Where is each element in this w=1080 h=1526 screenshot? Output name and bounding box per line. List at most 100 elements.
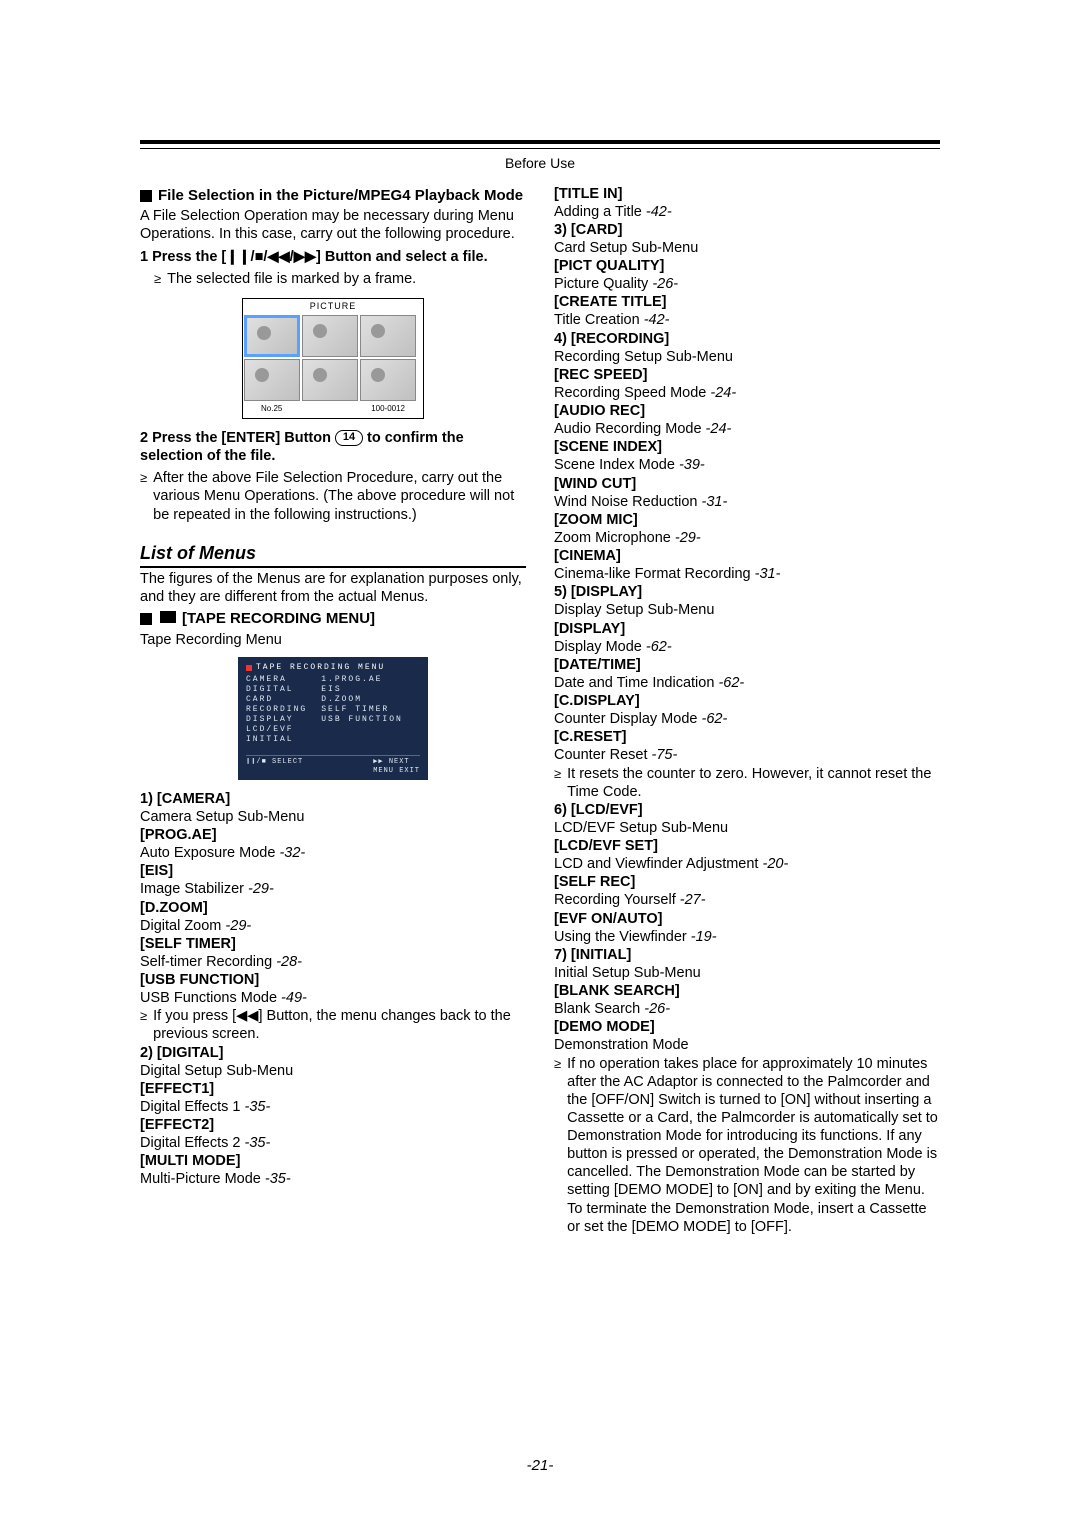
menu-item-text: Display Mode -62- <box>554 638 940 656</box>
page-ref: -31- <box>755 566 781 582</box>
menu-item-text: Demonstration Mode <box>554 1036 940 1054</box>
menu-item-head: [EVF ON/AUTO] <box>554 910 940 928</box>
rewind-icon: ◀◀ <box>236 1008 258 1024</box>
camcorder-icon <box>160 611 176 623</box>
menu-item-text: Blank Search -26- <box>554 1000 940 1018</box>
picture-meta: No.25 100-0012 <box>243 402 423 418</box>
usb-note: If you press [◀◀] Button, the menu chang… <box>140 1007 526 1043</box>
picture-no: No.25 <box>261 404 282 414</box>
thumbnail <box>302 359 358 401</box>
menu-item-head: [AUDIO REC] <box>554 402 940 420</box>
menu-item-head: [REC SPEED] <box>554 366 940 384</box>
columns: File Selection in the Picture/MPEG4 Play… <box>140 185 940 1236</box>
menu-item-text: Title Creation -42- <box>554 311 940 329</box>
menu-item-text: Counter Display Mode -62- <box>554 710 940 728</box>
page-ref: -42- <box>644 312 670 328</box>
left-list-1: 1) [CAMERA]Camera Setup Sub-Menu[PROG.AE… <box>140 790 526 1008</box>
usb-note-prefix: If you press [ <box>153 1008 236 1024</box>
menu-item-text: Scene Index Mode -39- <box>554 456 940 474</box>
osd-left-col: CAMERA DIGITAL CARD RECORDING DISPLAY LC… <box>246 675 307 745</box>
menu-item-text: Camera Setup Sub-Menu <box>140 808 526 826</box>
menu-item-text: Picture Quality -26- <box>554 275 940 293</box>
menu-item-text: Wind Noise Reduction -31- <box>554 493 940 511</box>
menu-item-head: 3) [CARD] <box>554 221 940 239</box>
osd-menu-box: TAPE RECORDING MENU CAMERA DIGITAL CARD … <box>238 657 428 780</box>
menu-item-text: Digital Effects 2 -35- <box>140 1134 526 1152</box>
menu-item-head: 1) [CAMERA] <box>140 790 526 808</box>
tape-recording-menu-title: [TAPE RECORDING MENU] <box>140 610 526 629</box>
page-ref: -26- <box>652 276 678 292</box>
page-ref: -31- <box>702 494 728 510</box>
step2-bullet: After the above File Selection Procedure… <box>140 469 526 523</box>
menu-item-head: [ZOOM MIC] <box>554 511 940 529</box>
file-selection-title-text: File Selection in the Picture/MPEG4 Play… <box>158 187 523 206</box>
menu-item-head: [SELF REC] <box>554 873 940 891</box>
right-list-2: 6) [LCD/EVF]LCD/EVF Setup Sub-Menu[LCD/E… <box>554 801 940 1055</box>
picture-code: 100-0012 <box>371 404 405 414</box>
thumbnail <box>244 359 300 401</box>
menu-item-text: Recording Yourself -27- <box>554 891 940 909</box>
page-ref: -19- <box>691 929 717 945</box>
menu-item-text: Date and Time Indication -62- <box>554 674 940 692</box>
menu-item-text: Self-timer Recording -28- <box>140 953 526 971</box>
page-ref: -29- <box>248 881 274 897</box>
menu-item-head: [BLANK SEARCH] <box>554 982 940 1000</box>
page-ref: -29- <box>225 918 251 934</box>
menu-item-text: Counter Reset -75- <box>554 746 940 764</box>
menu-item-text: Digital Zoom -29- <box>140 917 526 935</box>
left-list-2: 2) [DIGITAL]Digital Setup Sub-Menu[EFFEC… <box>140 1044 526 1189</box>
file-selection-title: File Selection in the Picture/MPEG4 Play… <box>140 187 526 206</box>
menu-item-text: Image Stabilizer -29- <box>140 880 526 898</box>
menu-item-text: Multi-Picture Mode -35- <box>140 1170 526 1188</box>
menu-item-head: [DISPLAY] <box>554 620 940 638</box>
step2-prefix: 2 Press the [ENTER] Button <box>140 430 335 446</box>
thumbnails <box>243 314 423 402</box>
menu-item-text: Digital Setup Sub-Menu <box>140 1062 526 1080</box>
left-column: File Selection in the Picture/MPEG4 Play… <box>140 185 526 1236</box>
creset-note-text: It resets the counter to zero. However, … <box>567 765 940 801</box>
step1-bullet-text: The selected file is marked by a frame. <box>167 270 416 288</box>
right-list-1: [TITLE IN]Adding a Title -42-3) [CARD]Ca… <box>554 185 940 765</box>
thumbnail-selected <box>244 315 300 357</box>
osd-title-text: TAPE RECORDING MENU <box>256 663 385 673</box>
page-ref: -35- <box>265 1171 291 1187</box>
page-ref: -35- <box>245 1135 271 1151</box>
menu-item-head: [SCENE INDEX] <box>554 438 940 456</box>
step-1: 1 Press the [❙❙/■/◀◀/▶▶] Button and sele… <box>140 248 526 266</box>
step-2: 2 Press the [ENTER] Button 14 to confirm… <box>140 429 526 465</box>
osd-foot-right: ▶▶ NEXT MENU EXIT <box>373 758 420 776</box>
bullet-icon <box>554 765 563 801</box>
file-selection-intro: A File Selection Operation may be necess… <box>140 207 526 243</box>
tape-recording-subtitle: Tape Recording Menu <box>140 631 526 649</box>
page-ref: -32- <box>279 845 305 861</box>
page-ref: -29- <box>675 530 701 546</box>
menu-item-head: [MULTI MODE] <box>140 1152 526 1170</box>
tape-recording-menu-text: [TAPE RECORDING MENU] <box>182 610 375 629</box>
bullet-square-icon <box>140 613 152 625</box>
page-ref: -62- <box>702 711 728 727</box>
menu-item-text: Adding a Title -42- <box>554 203 940 221</box>
menu-item-head: [TITLE IN] <box>554 185 940 203</box>
menu-item-text: Zoom Microphone -29- <box>554 529 940 547</box>
menu-item-head: 4) [RECORDING] <box>554 330 940 348</box>
bullet-icon <box>554 1055 563 1236</box>
menu-item-head: [WIND CUT] <box>554 475 940 493</box>
menu-item-text: Digital Effects 1 -35- <box>140 1098 526 1116</box>
page-number: -21- <box>0 1457 1080 1476</box>
menu-item-text: Auto Exposure Mode -32- <box>140 844 526 862</box>
menu-item-head: 6) [LCD/EVF] <box>554 801 940 819</box>
menu-item-head: [DATE/TIME] <box>554 656 940 674</box>
osd-footer: ❙❙/■ SELECT ▶▶ NEXT MENU EXIT <box>246 755 420 776</box>
menu-item-text: Audio Recording Mode -24- <box>554 420 940 438</box>
right-column: [TITLE IN]Adding a Title -42-3) [CARD]Ca… <box>554 185 940 1236</box>
button-ref-14-icon: 14 <box>335 430 363 446</box>
menus-intro: The figures of the Menus are for explana… <box>140 570 526 606</box>
page-ref: -42- <box>646 204 672 220</box>
creset-note: It resets the counter to zero. However, … <box>554 765 940 801</box>
menu-item-head: [PROG.AE] <box>140 826 526 844</box>
step1-suffix: ] Button and select a file. <box>316 249 488 265</box>
menu-item-head: [USB FUNCTION] <box>140 971 526 989</box>
list-of-menus-heading: List of Menus <box>140 542 526 569</box>
menu-item-head: [EFFECT1] <box>140 1080 526 1098</box>
page: Before Use File Selection in the Picture… <box>0 0 1080 1526</box>
